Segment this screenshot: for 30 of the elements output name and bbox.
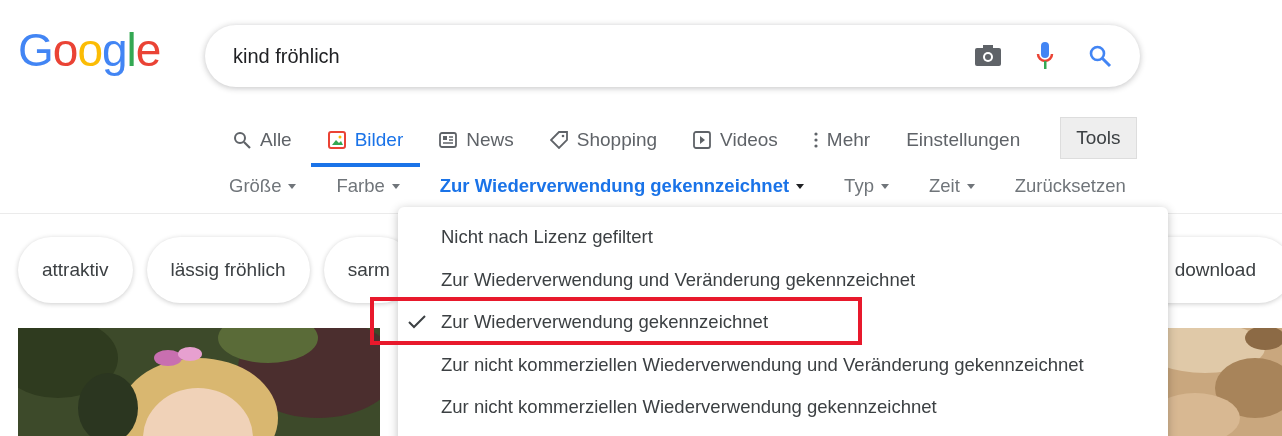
filter-dropdown[interactable]: Größe [229, 175, 297, 197]
search-chip[interactable]: attraktiv [18, 237, 133, 303]
tab[interactable]: Bilder [310, 117, 421, 167]
tab[interactable]: Videos [693, 117, 778, 167]
logo[interactable]: Google [18, 23, 188, 77]
menu-item[interactable]: Zur Wiederverwendung gekennzeichnet [398, 301, 1168, 344]
search-field[interactable]: kind fröhlich [233, 44, 940, 68]
tag-icon [549, 131, 568, 149]
more-icon [813, 132, 818, 148]
newspaper-icon [439, 132, 458, 148]
tab[interactable]: Shopping [549, 117, 658, 167]
microphone-icon[interactable] [1036, 42, 1054, 70]
reset-link[interactable]: Zurücksetzen [1014, 175, 1126, 197]
filter-dropdown[interactable]: Zeit [928, 175, 975, 197]
search-icon[interactable] [1088, 44, 1112, 68]
menu-item[interactable]: Zur nicht kommerziellen Wiederverwendung gekennzeichnet [398, 386, 1168, 429]
tab[interactable]: Alle [233, 117, 292, 167]
camera-icon[interactable] [974, 45, 1002, 67]
search-chip[interactable]: lässig fröhlich [146, 237, 310, 303]
menu-item[interactable]: Zur nicht kommerziellen Wiederverwendung und Veränderung gekennzeichnet [398, 343, 1168, 386]
tab[interactable]: Mehr [813, 117, 871, 167]
filter-dropdown[interactable]: Zur Wiederverwendung gekennzeichnet [439, 175, 805, 197]
search-icon [233, 131, 251, 149]
tab[interactable]: Einstellungen [906, 117, 1021, 167]
image-icon [327, 131, 346, 149]
tab[interactable]: News [439, 117, 514, 167]
play-icon [693, 131, 712, 149]
filter-dropdown[interactable]: Farbe [336, 175, 400, 197]
tab[interactable]: Tools [1060, 117, 1137, 159]
filter-dropdown[interactable]: Typ [844, 175, 889, 197]
